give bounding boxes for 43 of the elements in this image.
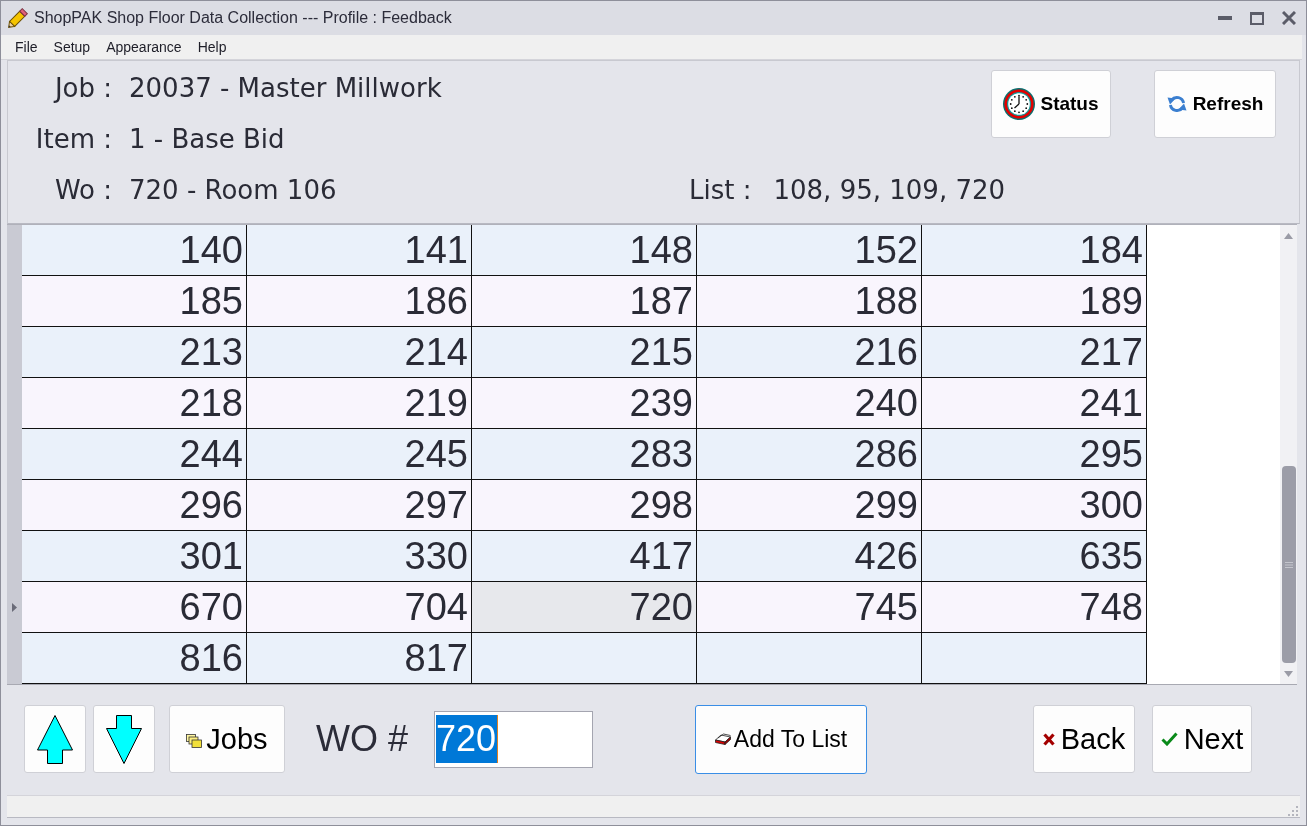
- resize-grip-icon[interactable]: [1288, 806, 1298, 816]
- close-icon[interactable]: [1282, 11, 1296, 25]
- refresh-button[interactable]: Refresh: [1154, 70, 1276, 138]
- next-button[interactable]: Next: [1152, 705, 1252, 773]
- table-cell[interactable]: 720: [472, 582, 697, 633]
- menu-item[interactable]: Setup: [45, 37, 99, 57]
- refresh-icon: [1166, 94, 1187, 114]
- list-label: List :: [689, 174, 752, 205]
- scroll-down-button[interactable]: [93, 705, 155, 773]
- clock-icon: [1003, 88, 1036, 120]
- scroll-up-icon[interactable]: [1284, 233, 1293, 239]
- scroll-up-button[interactable]: [24, 705, 86, 773]
- wo-label: WO #: [316, 718, 408, 760]
- back-button[interactable]: Back: [1033, 705, 1135, 773]
- field-value: 720 - Room 106: [129, 174, 338, 205]
- scroll-down-icon[interactable]: [1284, 671, 1293, 677]
- field-label: Job :: [52, 72, 112, 103]
- stacked-cards-icon: [186, 734, 203, 748]
- field-label: Wo :: [53, 174, 112, 205]
- check-icon: [1160, 732, 1178, 746]
- menu-item[interactable]: File: [7, 37, 46, 57]
- table-cell[interactable]: 816: [22, 633, 247, 684]
- menu-item[interactable]: Help: [189, 37, 235, 57]
- scrollbar-thumb[interactable]: [1281, 466, 1296, 663]
- list-value: 108, 95, 109, 720: [773, 174, 1006, 205]
- pencil-icon: [6, 6, 30, 30]
- window-title: ShopPAK Shop Floor Data Collection --- Profile : Feedback: [34, 9, 452, 27]
- cross-icon: [1042, 732, 1055, 746]
- scrollbar[interactable]: [1280, 225, 1297, 684]
- field-label: Item :: [34, 123, 112, 154]
- eraser-icon: [714, 733, 731, 745]
- up-arrow-icon: [37, 714, 73, 764]
- status-button[interactable]: Status: [991, 70, 1111, 138]
- jobs-button[interactable]: Jobs: [169, 705, 285, 773]
- grip-icon: [1284, 561, 1293, 568]
- down-arrow-icon: [106, 714, 142, 764]
- add-to-list-button[interactable]: Add To List: [695, 704, 867, 774]
- maximize-icon[interactable]: [1250, 11, 1264, 25]
- menu-item[interactable]: Appearance: [98, 37, 190, 57]
- wo-input[interactable]: 720: [434, 710, 593, 768]
- field-value: 1 - Base Bid: [129, 123, 286, 154]
- field-value: 20037 - Master Millwork: [129, 72, 443, 103]
- table-cell[interactable]: 817: [247, 633, 472, 684]
